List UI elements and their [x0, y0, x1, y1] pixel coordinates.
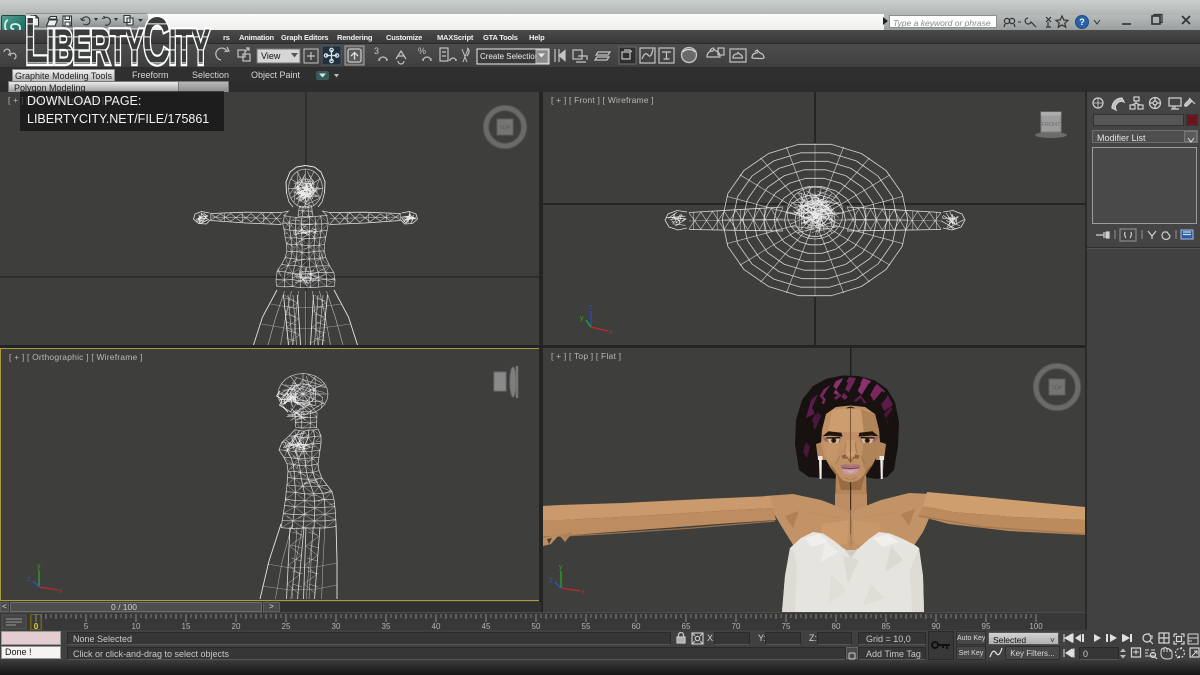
svg-text:y: y [580, 315, 584, 322]
svg-text:z: z [589, 304, 593, 311]
svg-text:LIBERTYCITY: LIBERTYCITY [25, 4, 210, 79]
svg-text:x: x [609, 329, 613, 336]
svg-text:TOP: TOP [1051, 386, 1063, 392]
svg-text:z: z [549, 577, 553, 584]
svg-text:?: ? [1079, 17, 1085, 27]
svg-text:x: x [581, 589, 585, 596]
svg-text:x: x [59, 588, 63, 595]
svg-text:y: y [37, 563, 41, 570]
svg-text:FRONT: FRONT [1042, 122, 1062, 128]
svg-text:%: % [418, 46, 426, 56]
svg-text:3: 3 [374, 46, 379, 56]
svg-text:y: y [559, 564, 563, 571]
svg-text:z: z [27, 576, 31, 583]
svg-text:TOP: TOP [499, 126, 511, 132]
